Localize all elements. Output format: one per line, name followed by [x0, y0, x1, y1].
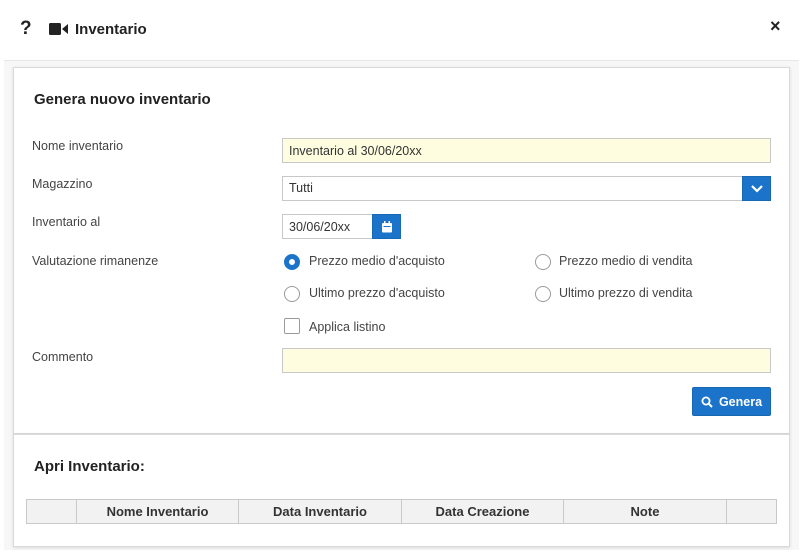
apply-price-list-label[interactable]: Applica listino: [309, 320, 385, 334]
radio-avg-purchase-price[interactable]: [284, 254, 300, 270]
chevron-down-icon: [750, 184, 763, 193]
radio-label-last-sale-price[interactable]: Ultimo prezzo di vendita: [559, 286, 692, 300]
radio-avg-sale-price[interactable]: [535, 254, 551, 270]
search-icon: [701, 396, 713, 408]
radio-label-last-purchase-price[interactable]: Ultimo prezzo d'acquisto: [309, 286, 445, 300]
video-icon: [49, 23, 68, 35]
window-title: Inventario: [75, 21, 147, 38]
table-header-notes[interactable]: Note: [564, 500, 727, 523]
radio-last-sale-price[interactable]: [535, 286, 551, 302]
help-icon[interactable]: ?: [20, 18, 36, 40]
open-inventory-panel: [13, 434, 790, 547]
inventory-name-input[interactable]: [282, 138, 771, 163]
table-header-select[interactable]: [27, 500, 77, 523]
table-header-creation-date[interactable]: Data Creazione: [402, 500, 564, 523]
inventory-table-header: Nome Inventario Data Inventario Data Cre…: [26, 499, 777, 524]
table-header-actions[interactable]: [727, 500, 776, 523]
inventory-date-label: Inventario al: [32, 215, 101, 229]
generate-section-title: Genera nuovo inventario: [34, 91, 211, 108]
title-bar: ? Inventario ×: [0, 0, 803, 60]
radio-label-avg-purchase-price[interactable]: Prezzo medio d'acquisto: [309, 254, 445, 268]
table-header-name[interactable]: Nome Inventario: [77, 500, 239, 523]
inventory-date-input[interactable]: [282, 214, 374, 239]
open-section-title: Apri Inventario:: [34, 458, 145, 475]
warehouse-dropdown-button[interactable]: [742, 176, 771, 201]
radio-last-purchase-price[interactable]: [284, 286, 300, 302]
valuation-label: Valutazione rimanenze: [32, 254, 159, 268]
comment-label: Commento: [32, 350, 94, 364]
inventory-name-label: Nome inventario: [32, 139, 124, 153]
date-picker-button[interactable]: [372, 214, 401, 239]
calendar-icon: [381, 220, 392, 232]
warehouse-label: Magazzino: [32, 177, 93, 191]
close-icon[interactable]: ×: [770, 16, 788, 36]
generate-inventory-panel: [13, 67, 790, 434]
comment-input[interactable]: [282, 348, 771, 373]
radio-label-avg-sale-price[interactable]: Prezzo medio di vendita: [559, 254, 692, 268]
table-header-inventory-date[interactable]: Data Inventario: [239, 500, 402, 523]
warehouse-select[interactable]: Tutti: [282, 176, 743, 201]
generate-button-label: Genera: [718, 394, 763, 409]
generate-button[interactable]: Genera: [692, 387, 771, 416]
apply-price-list-checkbox[interactable]: [284, 318, 300, 334]
